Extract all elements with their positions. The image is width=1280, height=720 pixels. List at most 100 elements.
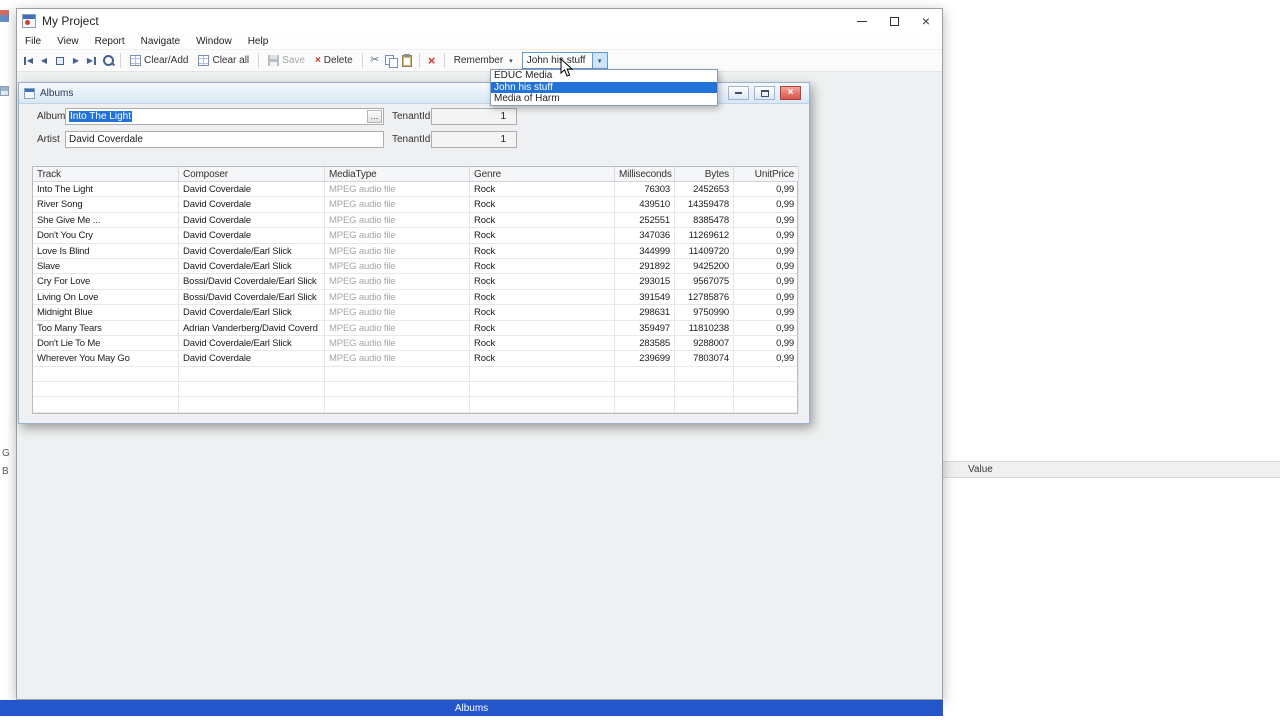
cell-bytes[interactable] [675,397,734,411]
cell-track[interactable]: Wherever You May Go [33,351,179,365]
artist-input[interactable]: David Coverdale [65,131,384,148]
cell-mediatype[interactable] [325,397,470,411]
cell-mediatype[interactable]: MPEG audio file [325,259,470,273]
cell-unitprice[interactable] [734,367,799,381]
menu-item-window[interactable]: Window [188,33,240,49]
cell-milliseconds[interactable]: 439510 [615,197,675,211]
cell-track[interactable]: Too Many Tears [33,321,179,335]
albums-minimize-button[interactable] [728,86,749,100]
cell-bytes[interactable]: 11269612 [675,228,734,242]
cell-milliseconds[interactable]: 293015 [615,274,675,288]
tenantid-input[interactable]: 1 [431,108,517,125]
album-lookup-button[interactable]: ... [367,110,382,123]
dropdown-option[interactable]: John his stuff [491,82,717,94]
cell-track[interactable]: Don't You Cry [33,228,179,242]
cell-bytes[interactable]: 9425200 [675,259,734,273]
cell-composer[interactable]: David Coverdale [179,197,325,211]
cell-unitprice[interactable] [734,382,799,396]
clear-all-button[interactable]: Clear all [193,54,254,67]
cell-bytes[interactable]: 12785876 [675,290,734,304]
cell-milliseconds[interactable] [615,382,675,396]
minimize-button[interactable] [846,9,878,33]
column-header-unitprice[interactable]: UnitPrice [734,167,799,181]
cell-bytes[interactable] [675,382,734,396]
search-button[interactable] [100,52,116,70]
cell-milliseconds[interactable]: 298631 [615,305,675,319]
cell-milliseconds[interactable]: 347036 [615,228,675,242]
save-button[interactable]: Save [263,54,310,67]
dropdown-option[interactable]: Media of Harm [491,93,717,105]
cell-bytes[interactable]: 9750990 [675,305,734,319]
cell-genre[interactable]: Rock [470,321,615,335]
cell-composer[interactable]: David Coverdale [179,228,325,242]
cell-mediatype[interactable]: MPEG audio file [325,213,470,227]
cell-unitprice[interactable]: 0,99 [734,351,799,365]
cell-composer[interactable] [179,397,325,411]
cell-composer[interactable]: Adrian Vanderberg/David Coverd [179,321,325,335]
cell-composer[interactable]: David Coverdale [179,182,325,196]
cell-milliseconds[interactable]: 283585 [615,336,675,350]
cell-mediatype[interactable]: MPEG audio file [325,182,470,196]
cell-unitprice[interactable]: 0,99 [734,274,799,288]
cell-track[interactable]: River Song [33,197,179,211]
cell-track[interactable]: Don't Lie To Me [33,336,179,350]
cell-composer[interactable] [179,367,325,381]
cell-unitprice[interactable]: 0,99 [734,213,799,227]
cell-unitprice[interactable]: 0,99 [734,290,799,304]
cell-genre[interactable]: Rock [470,244,615,258]
cell-unitprice[interactable]: 0,99 [734,197,799,211]
first-record-button[interactable]: ◀ [20,52,36,70]
cell-genre[interactable] [470,397,615,411]
cell-unitprice[interactable]: 0,99 [734,321,799,335]
cell-bytes[interactable]: 14359478 [675,197,734,211]
cell-genre[interactable]: Rock [470,228,615,242]
cell-mediatype[interactable]: MPEG audio file [325,244,470,258]
cell-bytes[interactable]: 9288007 [675,336,734,350]
cell-unitprice[interactable]: 0,99 [734,244,799,258]
track-row[interactable]: Wherever You May GoDavid CoverdaleMPEG a… [33,351,797,366]
cell-composer[interactable]: David Coverdale/Earl Slick [179,259,325,273]
empty-row[interactable] [33,397,797,412]
cell-unitprice[interactable]: 0,99 [734,259,799,273]
cell-bytes[interactable]: 9567075 [675,274,734,288]
cell-track[interactable]: Midnight Blue [33,305,179,319]
cell-genre[interactable]: Rock [470,351,615,365]
cell-mediatype[interactable]: MPEG audio file [325,321,470,335]
cell-track[interactable]: Living On Love [33,290,179,304]
menu-item-view[interactable]: View [49,33,87,49]
cell-mediatype[interactable]: MPEG audio file [325,274,470,288]
prev-record-button[interactable]: ◀ [36,52,52,70]
cell-track[interactable]: Cry For Love [33,274,179,288]
menu-item-navigate[interactable]: Navigate [133,33,188,49]
track-row[interactable]: River SongDavid CoverdaleMPEG audio file… [33,197,797,212]
edit-record-button[interactable] [52,52,68,70]
menu-item-help[interactable]: Help [240,33,277,49]
cell-unitprice[interactable]: 0,99 [734,305,799,319]
cell-unitprice[interactable]: 0,99 [734,182,799,196]
maximize-button[interactable] [878,9,910,33]
cell-composer[interactable]: David Coverdale/Earl Slick [179,305,325,319]
cell-milliseconds[interactable]: 359497 [615,321,675,335]
cell-track[interactable]: Slave [33,259,179,273]
albums-close-button[interactable]: × [780,86,801,100]
cell-genre[interactable]: Rock [470,305,615,319]
cancel-button[interactable]: × [424,52,440,70]
cell-mediatype[interactable]: MPEG audio file [325,336,470,350]
paste-button[interactable] [399,52,415,70]
cell-track[interactable] [33,367,179,381]
cell-track[interactable] [33,382,179,396]
cell-genre[interactable]: Rock [470,182,615,196]
close-button[interactable]: × [910,9,942,33]
media-combo-dropdown-button[interactable]: ▾ [592,53,607,68]
cell-composer[interactable]: David Coverdale [179,351,325,365]
column-header-milliseconds[interactable]: Milliseconds [615,167,675,181]
track-row[interactable]: Midnight BlueDavid Coverdale/Earl SlickM… [33,305,797,320]
delete-button[interactable]: ×Delete [310,54,358,67]
cell-mediatype[interactable]: MPEG audio file [325,290,470,304]
cell-bytes[interactable]: 8385478 [675,213,734,227]
album-input[interactable]: Into The Light ... [65,108,384,125]
column-header-genre[interactable]: Genre [470,167,615,181]
cell-composer[interactable]: David Coverdale [179,213,325,227]
cell-composer[interactable]: Bossi/David Coverdale/Earl Slick [179,290,325,304]
cell-track[interactable]: Love Is Blind [33,244,179,258]
